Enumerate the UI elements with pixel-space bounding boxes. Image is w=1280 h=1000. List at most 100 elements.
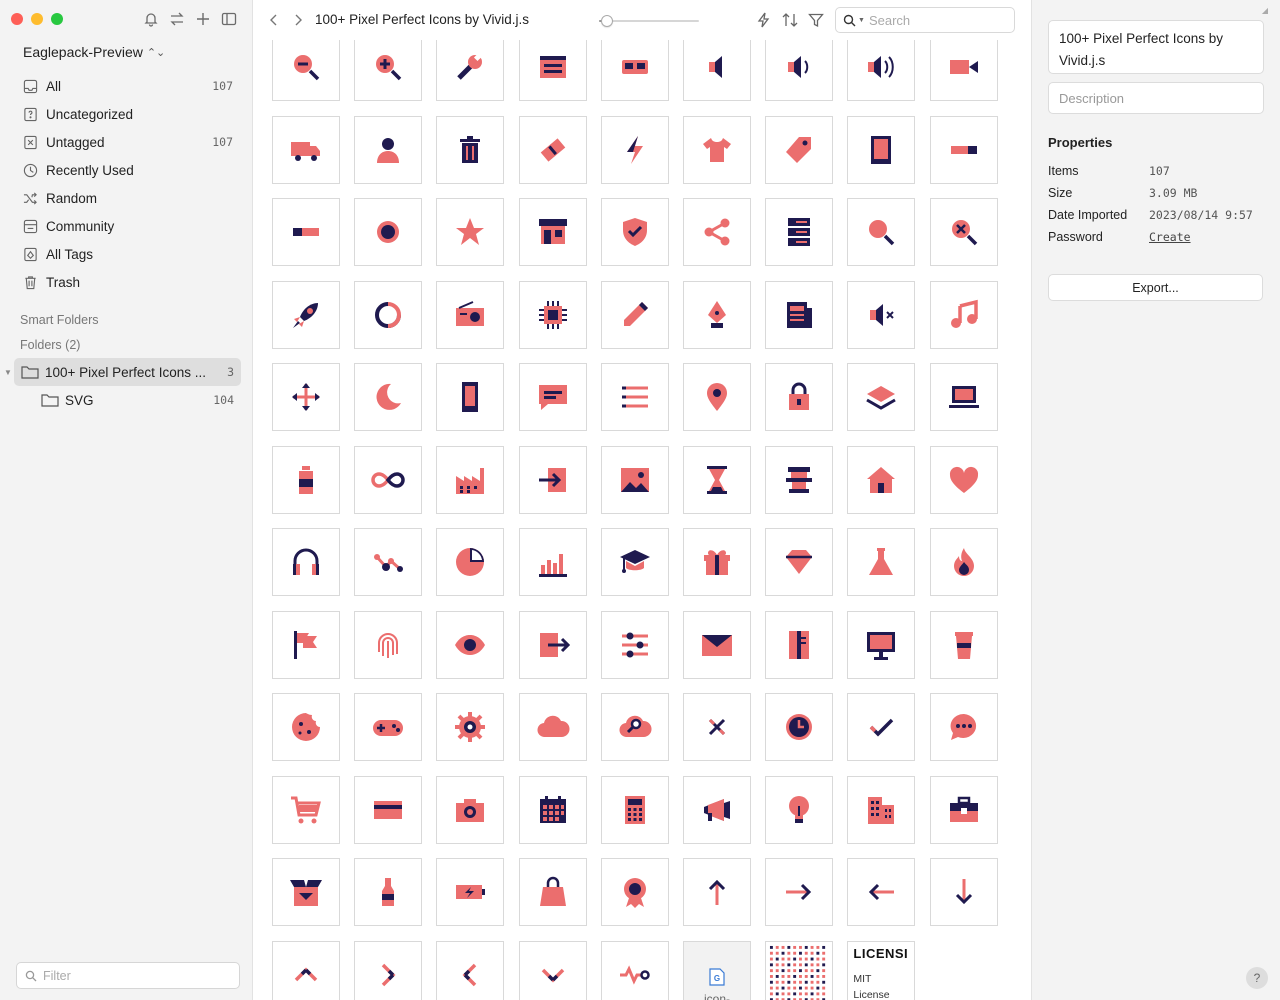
zoom-slider[interactable] [599,14,699,28]
asset-tile[interactable] [518,693,587,761]
description-input[interactable] [1059,91,1249,106]
bell-icon[interactable] [143,11,159,27]
sidebar-item-trash[interactable]: Trash [14,268,241,296]
asset-tile[interactable] [847,198,916,266]
asset-tile[interactable] [272,940,340,1000]
asset-tile-license[interactable]: LICENSI MIT License [847,940,916,1000]
asset-tile[interactable] [518,115,587,184]
asset-tile[interactable] [929,198,998,266]
sidebar-item-all-tags[interactable]: All Tags [14,240,241,268]
asset-tile[interactable] [765,775,834,844]
asset-tile[interactable] [847,528,916,596]
sort-icon[interactable] [782,12,798,28]
asset-tile[interactable] [847,775,916,844]
asset-tile[interactable] [600,940,669,1000]
asset-tile-icon-sheet[interactable] [765,940,834,1000]
description-field[interactable] [1048,82,1264,114]
slider-knob[interactable] [601,15,613,27]
asset-tile[interactable] [272,693,340,761]
asset-tile[interactable] [683,528,751,596]
asset-tile[interactable] [272,198,340,266]
asset-tile[interactable] [354,528,423,596]
asset-tile[interactable] [929,610,998,679]
asset-tile[interactable] [847,445,916,514]
asset-tile[interactable] [847,280,916,349]
asset-tile[interactable] [765,858,834,926]
asset-tile[interactable] [354,775,423,844]
asset-tile[interactable] [847,363,916,431]
asset-tile[interactable] [847,858,916,926]
asset-tile[interactable] [436,858,505,926]
folder-item-pixel-icons[interactable]: ▼ 100+ Pixel Perfect Icons ... 3 [4,358,241,386]
asset-tile[interactable] [683,610,751,679]
asset-tile[interactable] [683,40,751,101]
close-window-button[interactable] [11,13,23,25]
asset-tile[interactable] [518,363,587,431]
smart-folders-heading[interactable]: Smart Folders [20,313,99,327]
asset-tile[interactable] [436,693,505,761]
asset-tile[interactable] [272,858,340,926]
sidebar-toggle-icon[interactable] [221,11,237,27]
asset-tile[interactable] [683,115,751,184]
asset-tile[interactable] [518,858,587,926]
asset-tile[interactable] [600,858,669,926]
asset-tile[interactable] [600,445,669,514]
asset-tile[interactable] [518,610,587,679]
sync-arrows-icon[interactable] [169,11,185,27]
asset-tile[interactable] [765,40,834,101]
asset-tile[interactable] [929,40,998,101]
asset-tile[interactable] [929,858,998,926]
asset-tile[interactable] [436,363,505,431]
asset-tile[interactable] [929,280,998,349]
asset-tile[interactable] [272,445,340,514]
asset-tile[interactable] [518,280,587,349]
forward-chevron-icon[interactable] [291,12,305,28]
asset-tile[interactable] [929,445,998,514]
asset-tile[interactable] [518,775,587,844]
asset-tile[interactable] [683,693,751,761]
add-icon[interactable] [195,11,211,27]
asset-tile[interactable] [765,363,834,431]
back-chevron-icon[interactable] [267,12,281,28]
asset-tile[interactable] [600,115,669,184]
chevron-down-icon[interactable]: ▼ [858,17,865,24]
asset-tile[interactable] [354,115,423,184]
asset-tile[interactable] [683,775,751,844]
export-button[interactable]: Export... [1048,274,1263,301]
asset-tile[interactable] [765,528,834,596]
minimize-window-button[interactable] [31,13,43,25]
asset-tile-file[interactable]: Gicon- [683,940,751,1000]
asset-tile[interactable] [847,115,916,184]
asset-tile[interactable] [354,693,423,761]
asset-tile[interactable] [518,198,587,266]
asset-tile[interactable] [436,940,505,1000]
library-switcher[interactable]: Eaglepack-Preview ⌃⌄ [23,44,165,60]
asset-tile[interactable] [600,528,669,596]
folders-heading[interactable]: Folders (2) [20,338,80,352]
sidebar-item-random[interactable]: Random [14,184,241,212]
asset-tile[interactable] [929,363,998,431]
asset-tile[interactable] [765,445,834,514]
asset-tile[interactable] [600,363,669,431]
asset-tile[interactable] [272,280,340,349]
asset-tile[interactable] [765,198,834,266]
asset-tile[interactable] [518,528,587,596]
asset-tile[interactable] [600,610,669,679]
asset-tile[interactable] [354,363,423,431]
search-input[interactable] [868,12,999,28]
asset-tile[interactable] [272,40,340,101]
disclosure-triangle-icon[interactable]: ▼ [4,368,12,377]
asset-tile[interactable] [436,445,505,514]
sidebar-item-recently-used[interactable]: Recently Used [14,156,241,184]
asset-tile[interactable] [765,280,834,349]
sidebar-item-uncategorized[interactable]: Uncategorized [14,100,241,128]
asset-tile[interactable] [683,445,751,514]
asset-tile[interactable] [929,775,998,844]
asset-tile[interactable] [354,198,423,266]
asset-tile[interactable] [929,693,998,761]
funnel-filter-icon[interactable] [808,12,824,28]
asset-tile[interactable] [518,940,587,1000]
asset-tile[interactable] [600,198,669,266]
asset-tile[interactable] [272,775,340,844]
asset-tile[interactable] [600,775,669,844]
